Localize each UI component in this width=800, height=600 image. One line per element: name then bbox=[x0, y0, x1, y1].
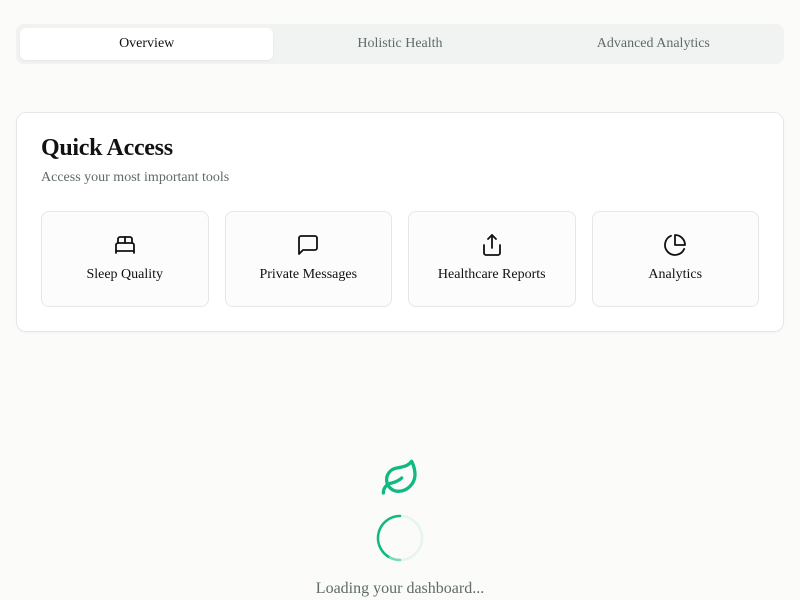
bed-icon bbox=[114, 236, 135, 254]
share-upload-icon bbox=[482, 234, 501, 256]
healthcare-reports-label: Healthcare Reports bbox=[437, 267, 546, 282]
tab-bar: Overview Holistic Health Advanced Analyt… bbox=[16, 24, 784, 64]
private-messages-label: Private Messages bbox=[259, 267, 358, 282]
sleep-quality-button[interactable]: Sleep Quality bbox=[41, 211, 209, 307]
tab-holistic-health[interactable]: Holistic Health bbox=[273, 28, 526, 60]
tab-overview[interactable]: Overview bbox=[20, 28, 274, 60]
healthcare-reports-button[interactable]: Healthcare Reports bbox=[408, 211, 576, 307]
quick-access-title: Quick Access bbox=[41, 135, 173, 161]
quick-access-grid: Sleep Quality Private Messages Healthcar… bbox=[41, 211, 759, 307]
tab-advanced-analytics[interactable]: Advanced Analytics bbox=[527, 28, 780, 60]
private-messages-button[interactable]: Private Messages bbox=[224, 211, 392, 307]
sleep-quality-label: Sleep Quality bbox=[86, 267, 164, 282]
analytics-label: Analytics bbox=[648, 267, 703, 282]
quick-access-subtitle: Access your most important tools bbox=[41, 170, 230, 185]
pie-chart-icon bbox=[664, 234, 687, 256]
loading-spinner bbox=[376, 514, 424, 562]
analytics-button[interactable]: Analytics bbox=[591, 211, 759, 307]
loading-message: Loading your dashboard... bbox=[315, 580, 485, 597]
quick-access-card: Quick Access Access your most important … bbox=[16, 112, 784, 332]
message-square-icon bbox=[298, 235, 319, 255]
leaf-icon bbox=[381, 459, 417, 495]
